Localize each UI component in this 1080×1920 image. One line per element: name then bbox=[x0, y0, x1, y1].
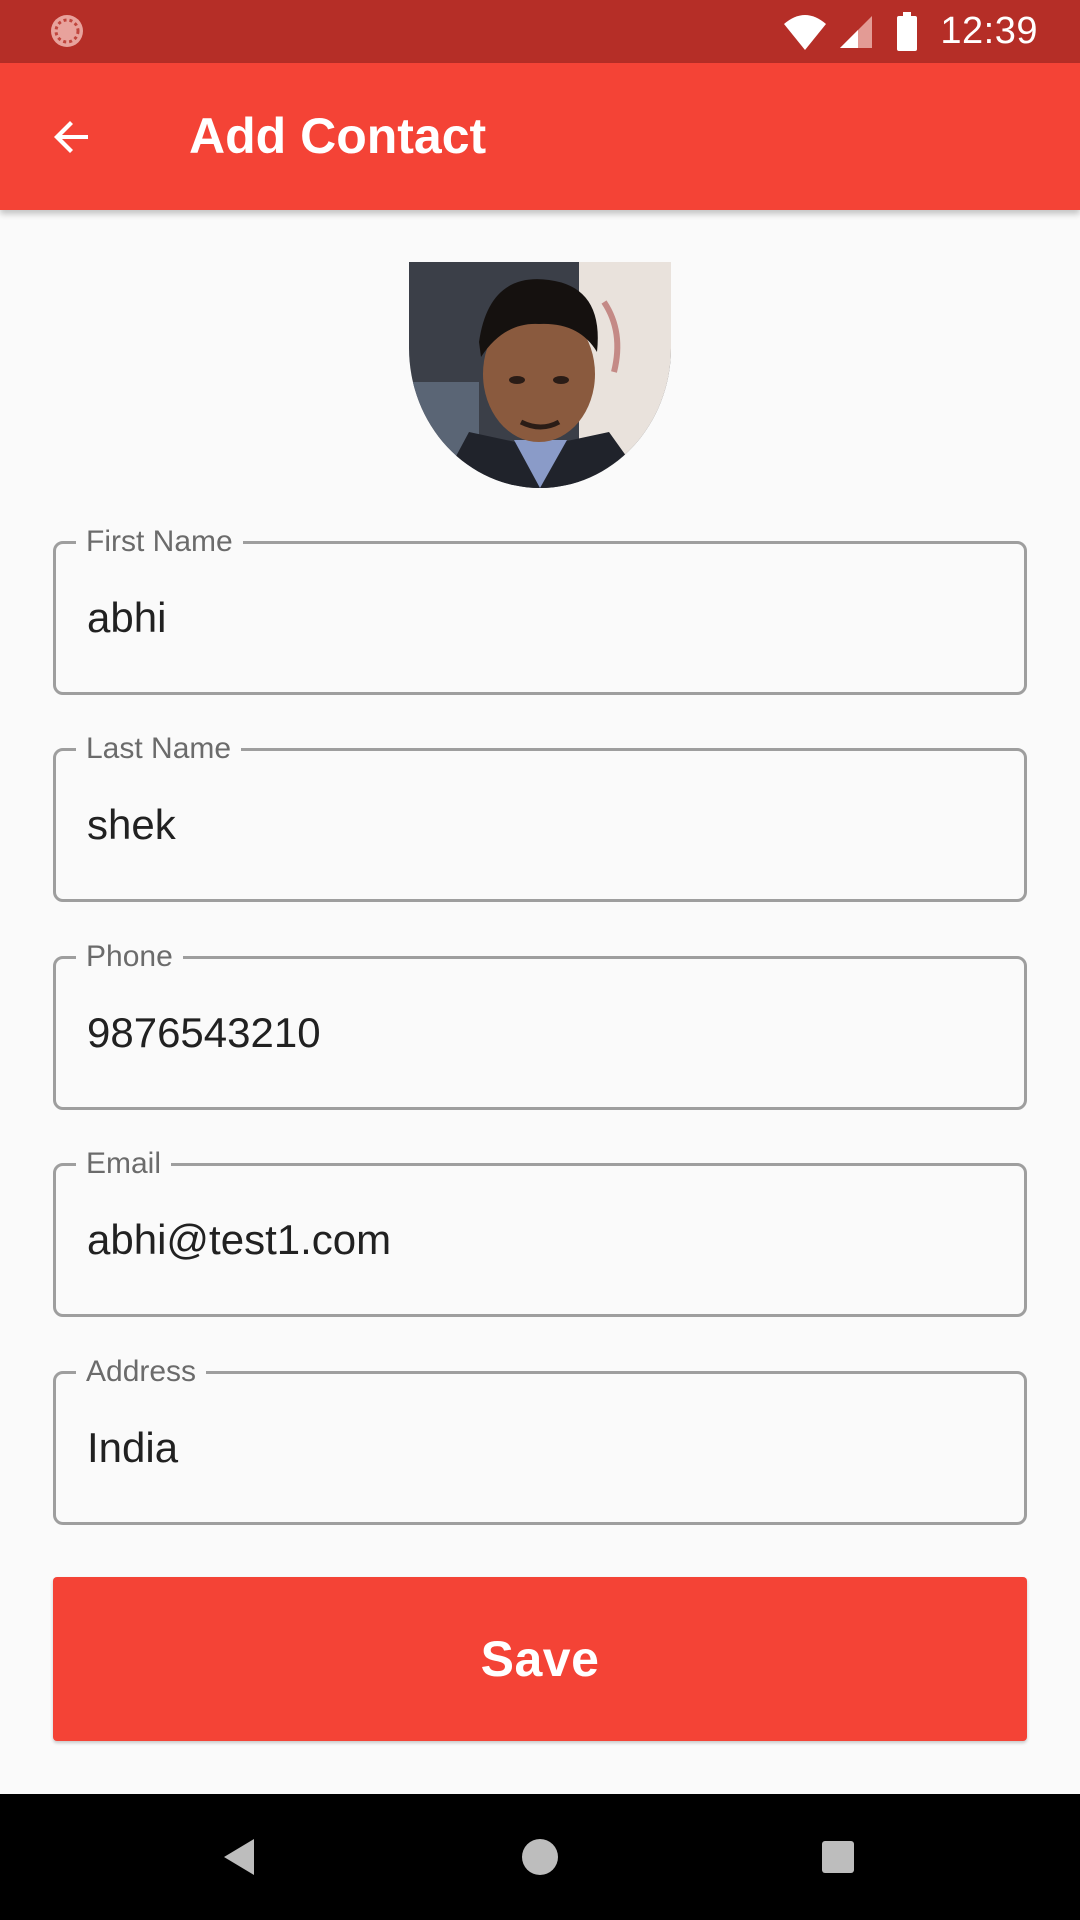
wifi-icon bbox=[784, 14, 827, 50]
address-field[interactable]: Address India bbox=[53, 1352, 1027, 1525]
save-button-label: Save bbox=[480, 1631, 600, 1687]
nav-home-button[interactable] bbox=[510, 1827, 570, 1887]
status-time: 12:39 bbox=[940, 10, 1038, 52]
status-bar: 12:39 bbox=[0, 0, 1080, 63]
back-button[interactable] bbox=[30, 95, 114, 179]
first-name-label: First Name bbox=[76, 522, 243, 562]
address-label: Address bbox=[76, 1352, 207, 1392]
page-title: Add Contact bbox=[189, 108, 487, 164]
phone-input[interactable]: 9876543210 bbox=[87, 1005, 1004, 1061]
last-name-label: Last Name bbox=[76, 729, 242, 769]
avatar[interactable] bbox=[409, 262, 671, 488]
back-triangle-icon bbox=[224, 1839, 254, 1875]
app-bar: Add Contact bbox=[0, 63, 1080, 210]
last-name-field[interactable]: Last Name shek bbox=[53, 729, 1027, 902]
first-name-input[interactable]: abhi bbox=[87, 590, 1004, 646]
last-name-input[interactable]: shek bbox=[87, 797, 1004, 853]
recents-square-icon bbox=[822, 1841, 854, 1873]
email-label: Email bbox=[76, 1144, 172, 1184]
battery-icon bbox=[897, 11, 918, 51]
nav-back-button[interactable] bbox=[210, 1827, 270, 1887]
profile-photo bbox=[409, 262, 671, 488]
home-circle-icon bbox=[522, 1839, 558, 1875]
first-name-field[interactable]: First Name abhi bbox=[53, 522, 1027, 695]
status-icons: 12:39 bbox=[782, 0, 1080, 63]
nav-recents-button[interactable] bbox=[808, 1827, 868, 1887]
email-field[interactable]: Email abhi@test1.com bbox=[53, 1144, 1027, 1317]
email-input[interactable]: abhi@test1.com bbox=[87, 1212, 1004, 1268]
arrow-back-icon bbox=[54, 121, 88, 153]
system-nav-bar bbox=[0, 1794, 1080, 1920]
phone-field[interactable]: Phone 9876543210 bbox=[53, 937, 1027, 1110]
phone-label: Phone bbox=[76, 937, 183, 977]
save-button[interactable]: Save bbox=[53, 1577, 1027, 1741]
signal-icon bbox=[840, 15, 873, 48]
notification-icon bbox=[51, 15, 83, 47]
address-input[interactable]: India bbox=[87, 1420, 1004, 1476]
